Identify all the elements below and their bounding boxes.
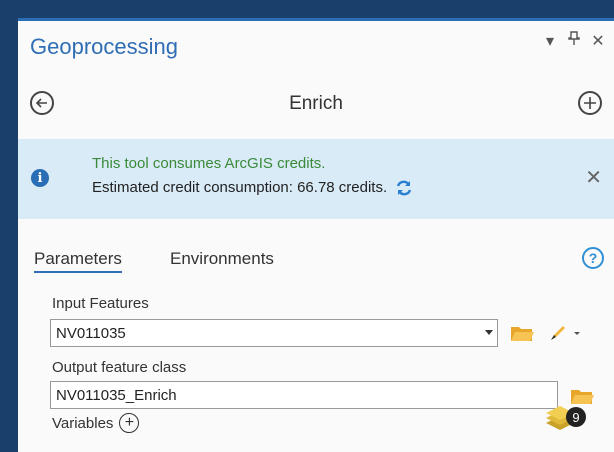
- layers-stack-button[interactable]: 9: [544, 403, 586, 435]
- credits-estimate-text: Estimated credit consumption: 66.78 cred…: [92, 179, 388, 196]
- add-variable-button[interactable]: +: [119, 413, 140, 433]
- credits-estimate-line: Estimated credit consumption: 66.78 cred…: [92, 179, 413, 196]
- browse-folder-icon[interactable]: [510, 324, 534, 342]
- plus-icon: [584, 97, 596, 109]
- add-to-favorites-button[interactable]: [578, 91, 602, 115]
- window-controls: ▾ ✕: [542, 31, 606, 51]
- tool-title: Enrich: [289, 93, 343, 114]
- pane-title: Geoprocessing: [30, 34, 178, 59]
- banner-close-icon[interactable]: ✕: [585, 165, 602, 190]
- refresh-icon[interactable]: [395, 180, 413, 196]
- pane-menu-icon[interactable]: ▾: [542, 31, 558, 51]
- output-feature-class-field[interactable]: NV011035_Enrich: [50, 381, 558, 409]
- pane-titlebar: Geoprocessing ▾ ✕: [18, 21, 614, 71]
- sketch-pencil-icon[interactable]: [548, 323, 584, 343]
- input-features-field[interactable]: NV011035: [50, 319, 498, 347]
- input-features-value: NV011035: [56, 325, 126, 342]
- output-feature-class-value: NV011035_Enrich: [56, 387, 177, 404]
- pin-icon[interactable]: [566, 31, 582, 51]
- output-feature-class-label: Output feature class: [52, 359, 187, 376]
- tab-parameters[interactable]: Parameters: [34, 249, 122, 273]
- variables-label: Variables: [52, 414, 114, 432]
- tool-nav-row: Enrich: [18, 85, 614, 125]
- dropdown-arrow-icon[interactable]: [485, 330, 493, 335]
- variables-row: Variables +: [52, 413, 140, 433]
- layers-count-badge: 9: [566, 407, 586, 427]
- tab-environments[interactable]: Environments: [170, 249, 274, 269]
- info-icon: i: [31, 169, 49, 187]
- credits-message: This tool consumes ArcGIS credits.: [92, 155, 326, 172]
- credits-info-banner: i This tool consumes ArcGIS credits. Est…: [18, 139, 614, 219]
- geoprocessing-pane: Geoprocessing ▾ ✕ Enrich i This tool con…: [18, 18, 614, 452]
- help-icon[interactable]: ?: [582, 247, 604, 269]
- tab-bar: Parameters Environments ?: [18, 247, 614, 277]
- input-features-label: Input Features: [52, 295, 149, 312]
- close-icon[interactable]: ✕: [590, 31, 606, 51]
